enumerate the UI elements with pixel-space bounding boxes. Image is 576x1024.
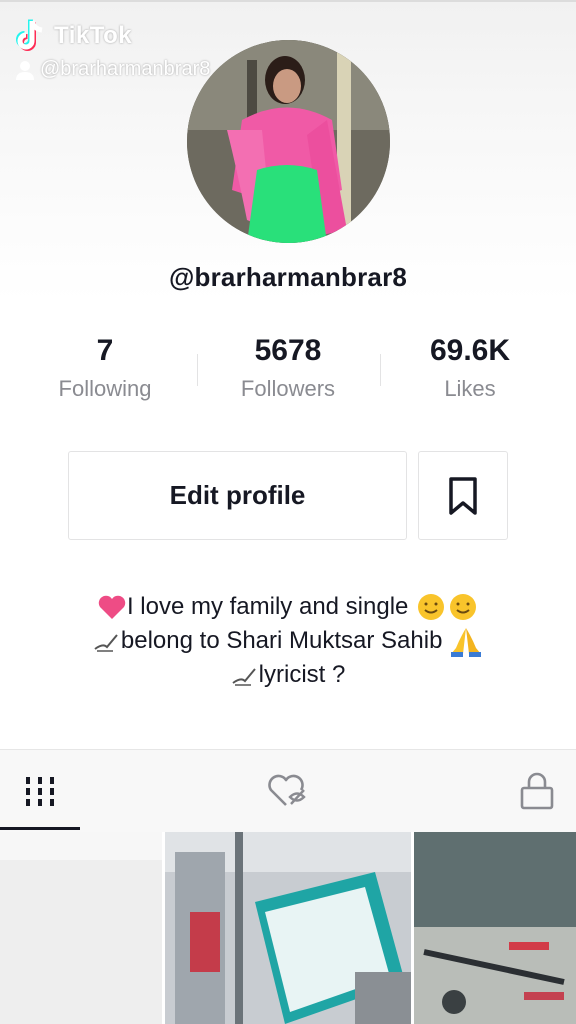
- tab-liked[interactable]: [192, 750, 384, 832]
- stat-value: 5678: [254, 334, 322, 367]
- bio-line-1: I love my family and single: [0, 590, 576, 624]
- hug-emoji-icon: [450, 593, 477, 620]
- profile-avatar[interactable]: [187, 40, 390, 243]
- stats-divider: [197, 354, 198, 386]
- profile-tabbar: [0, 750, 576, 832]
- video-thumbnail[interactable]: [0, 832, 162, 1024]
- video-grid: [0, 832, 576, 1024]
- tiktok-logo-icon: [16, 19, 43, 51]
- bio-text-3: lyricist ?: [258, 661, 346, 688]
- hug-emoji-icon: [418, 593, 445, 620]
- bio-line-2: belong to Shari Muktsar Sahib: [0, 624, 576, 658]
- tab-videos[interactable]: [0, 750, 80, 832]
- stat-following[interactable]: 7 Following: [15, 332, 195, 402]
- watermark-brand: TikTok: [54, 22, 133, 49]
- edit-profile-button[interactable]: Edit profile: [68, 451, 407, 540]
- lock-icon: [520, 772, 554, 810]
- video-thumbnail[interactable]: [414, 832, 576, 1024]
- stat-value: 69.6K: [429, 334, 511, 367]
- writing-hand-icon: [232, 668, 256, 686]
- stat-value: 7: [96, 334, 114, 367]
- stat-label: Followers: [240, 376, 336, 401]
- bio-line-3: lyricist ?: [0, 658, 576, 692]
- profile-photo: [187, 40, 390, 243]
- video-thumbnail[interactable]: [165, 832, 411, 1024]
- liked-hidden-icon: [268, 774, 306, 806]
- writing-hand-icon: [94, 634, 118, 652]
- folded-hands-icon: [451, 627, 482, 657]
- stat-followers[interactable]: 5678 Followers: [198, 332, 378, 402]
- heart-icon: [98, 595, 126, 619]
- bio-text-1: I love my family and single: [126, 593, 409, 620]
- grid-icon: [26, 777, 54, 806]
- stats-divider: [380, 354, 381, 386]
- stat-likes[interactable]: 69.6K Likes: [380, 332, 560, 402]
- profile-username: @brarharmanbrar8: [168, 262, 408, 292]
- profile-stats: 7 Following 5678 Followers 69.6K Likes: [0, 332, 576, 422]
- profile-bio: I love my family and single belong to Sh…: [0, 590, 576, 692]
- tiktok-watermark: TikTok @brarharmanbrar8: [14, 16, 210, 81]
- watermark-handle: @brarharmanbrar8: [40, 58, 211, 80]
- bookmark-icon: [449, 476, 477, 515]
- active-tab-indicator: [0, 827, 80, 830]
- tab-private[interactable]: [442, 750, 576, 832]
- bio-text-2: belong to Shari Muktsar Sahib: [120, 627, 443, 654]
- bookmark-button[interactable]: [418, 451, 508, 540]
- user-icon: [16, 60, 34, 80]
- stat-label: Likes: [444, 376, 496, 401]
- stat-label: Following: [58, 376, 152, 401]
